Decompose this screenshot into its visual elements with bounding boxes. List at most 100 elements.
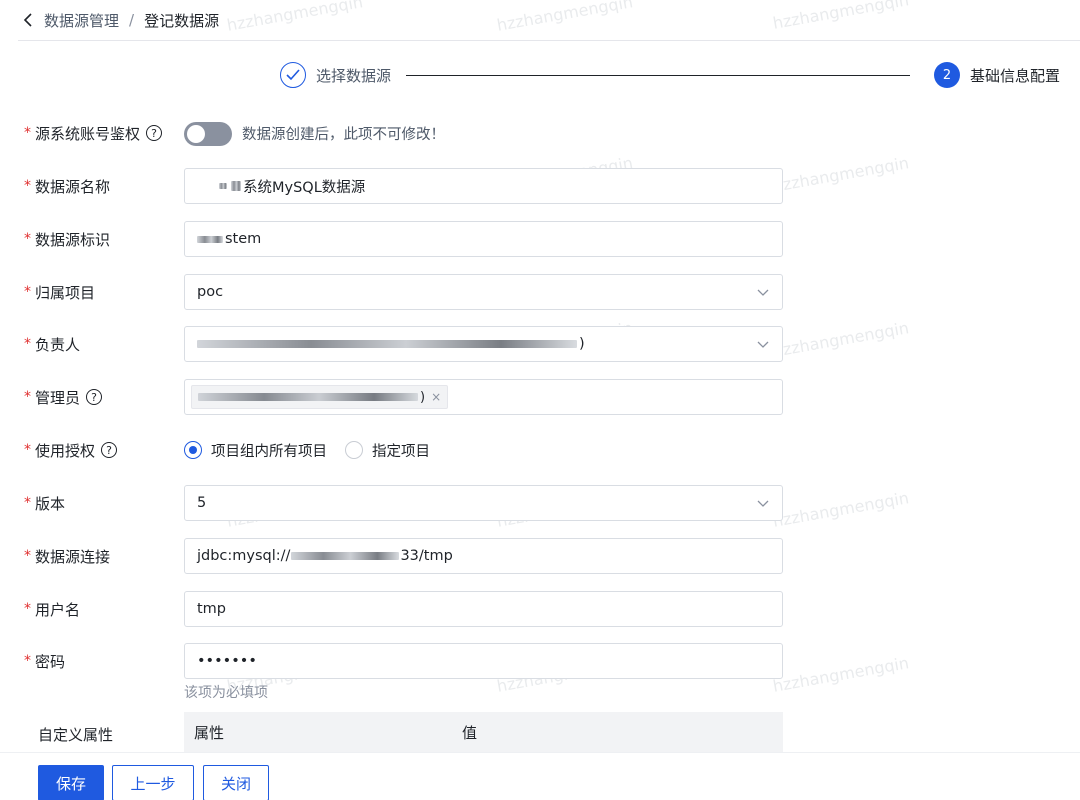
password-label-text: 密码: [35, 652, 66, 671]
radio-label: 项目组内所有项目: [211, 443, 327, 460]
identifier-input[interactable]: stem: [184, 221, 783, 257]
step-1-label: 选择数据源: [316, 66, 392, 85]
radio-checked-icon: [184, 441, 202, 459]
redacted-mark: [198, 393, 418, 401]
watermark-text: hzzhangmengqin: [771, 0, 911, 33]
required-mark: *: [24, 178, 31, 194]
redacted-mark: [219, 183, 227, 189]
admin-multiselect[interactable]: ) ×: [184, 379, 783, 415]
radio-label: 指定项目: [372, 443, 430, 460]
required-mark: *: [24, 653, 31, 669]
radio-specific-project[interactable]: 指定项目: [345, 440, 430, 461]
usage-label: * 使用授权 ?: [24, 432, 118, 468]
redacted-mark: [231, 181, 241, 191]
auth-toggle[interactable]: [184, 122, 232, 146]
custom-props-table: 属性 值: [184, 712, 783, 752]
breadcrumb: 数据源管理 / 登记数据源: [18, 8, 219, 32]
form-row-project: * 归属项目 poc: [0, 274, 800, 310]
owner-value: ): [579, 336, 585, 352]
form-row-usage: * 使用授权 ? 项目组内所有项目 指定项目: [0, 432, 800, 468]
connection-suffix: 33/tmp: [400, 548, 453, 564]
chevron-down-icon: [757, 500, 769, 507]
help-icon[interactable]: ?: [146, 125, 163, 141]
form-row-owner: * 负责人 ): [0, 326, 800, 362]
password-input[interactable]: •••••••: [184, 643, 783, 679]
identifier-value: stem: [225, 231, 262, 247]
form-row-connection: * 数据源连接 jdbc:mysql:// 33/tmp: [0, 538, 800, 574]
admin-tag: ) ×: [191, 385, 449, 409]
redacted-mark: [291, 552, 400, 560]
table-header-value: 值: [462, 723, 478, 742]
close-icon[interactable]: ×: [431, 390, 441, 404]
connection-label: * 数据源连接: [24, 538, 110, 574]
connection-prefix: jdbc:mysql://: [197, 548, 291, 564]
step-2-label: 基础信息配置: [969, 66, 1060, 85]
radio-unchecked-icon: [345, 441, 363, 459]
help-icon[interactable]: ?: [86, 389, 103, 405]
header-divider: [18, 40, 1080, 41]
required-mark: *: [24, 284, 31, 300]
username-input[interactable]: tmp: [184, 591, 783, 627]
auth-hint: 数据源创建后，此项不可修改！: [242, 126, 445, 143]
chevron-down-icon: [757, 289, 769, 296]
required-mark: *: [24, 495, 31, 511]
password-hint: 该项为必填项: [184, 685, 268, 701]
help-icon[interactable]: ?: [101, 442, 118, 458]
chevron-down-icon: [757, 341, 769, 348]
form-row-admin: * 管理员 ? ) ×: [0, 379, 800, 415]
username-label-text: 用户名: [35, 600, 81, 619]
save-button[interactable]: 保存: [38, 765, 104, 800]
step-2: 2 基础信息配置: [933, 62, 1060, 88]
required-mark: *: [24, 389, 31, 405]
form-row-version: * 版本 5: [0, 485, 800, 521]
name-input[interactable]: 系统MySQL数据源: [184, 168, 783, 204]
footer-bar: 保存 上一步 关闭: [0, 752, 1080, 800]
table-header-property: 属性: [194, 723, 225, 742]
project-label-text: 归属项目: [35, 283, 96, 302]
usage-label-text: 使用授权: [35, 441, 96, 460]
previous-step-button[interactable]: 上一步: [112, 765, 194, 800]
form-row-password: * 密码 •••••••: [0, 643, 800, 679]
breadcrumb-current: 登记数据源: [144, 11, 220, 30]
owner-select[interactable]: ): [184, 326, 783, 362]
name-label: * 数据源名称: [24, 168, 110, 204]
step-connector: [406, 75, 910, 76]
connection-label-text: 数据源连接: [35, 547, 111, 566]
step-2-number: 2: [933, 62, 960, 88]
username-value: tmp: [197, 601, 227, 617]
breadcrumb-parent[interactable]: 数据源管理: [44, 10, 119, 31]
redacted-mark: [197, 235, 223, 243]
admin-tag-text: ): [420, 389, 426, 405]
version-label: * 版本: [24, 485, 65, 521]
form-row-auth: * 源系统账号鉴权 ? 数据源创建后，此项不可修改！: [0, 115, 800, 151]
version-value: 5: [197, 495, 207, 511]
project-label: * 归属项目: [24, 274, 95, 310]
connection-input[interactable]: jdbc:mysql:// 33/tmp: [184, 538, 783, 574]
breadcrumb-separator: /: [129, 11, 135, 29]
watermark-text: hzzhangmengqin: [495, 0, 635, 35]
required-mark: *: [24, 601, 31, 617]
project-select[interactable]: poc: [184, 274, 783, 310]
required-mark: *: [24, 336, 31, 352]
step-indicator: 选择数据源 2 基础信息配置: [280, 62, 1060, 90]
chevron-left-icon[interactable]: [18, 10, 38, 30]
required-mark: *: [24, 125, 31, 141]
form-row-identifier: * 数据源标识 stem: [0, 221, 800, 257]
name-label-text: 数据源名称: [35, 177, 111, 196]
watermark-text: hzzhangmengqin: [225, 0, 365, 35]
required-mark: *: [24, 548, 31, 564]
toggle-knob: [187, 125, 205, 143]
radio-all-projects[interactable]: 项目组内所有项目: [184, 440, 327, 461]
version-label-text: 版本: [35, 494, 66, 513]
admin-label: * 管理员 ?: [24, 379, 103, 415]
required-mark: *: [24, 231, 31, 247]
close-button[interactable]: 关闭: [203, 765, 269, 800]
project-value: poc: [197, 284, 224, 300]
usage-radio-group: 项目组内所有项目 指定项目: [184, 432, 448, 468]
username-label: * 用户名: [24, 591, 80, 627]
auth-label-text: 源系统账号鉴权: [35, 124, 141, 143]
admin-label-text: 管理员: [35, 388, 81, 407]
version-select[interactable]: 5: [184, 485, 783, 521]
auth-label: * 源系统账号鉴权 ?: [24, 115, 163, 151]
password-label: * 密码: [24, 643, 65, 679]
